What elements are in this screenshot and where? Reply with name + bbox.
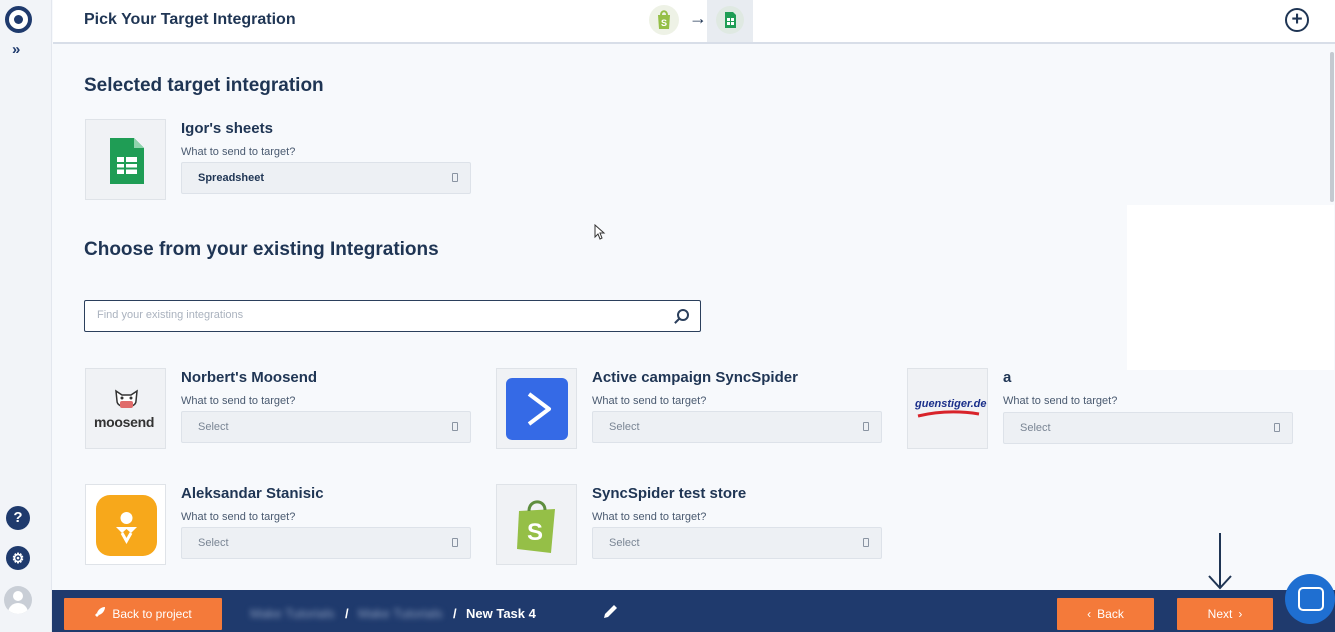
integration-select[interactable]: Select	[592, 527, 882, 559]
expand-sidebar-icon[interactable]: »	[12, 41, 20, 58]
select-value: Select	[198, 421, 229, 433]
sheets-logo	[85, 119, 166, 200]
scrollbar[interactable]	[1330, 52, 1334, 202]
add-icon[interactable]: +	[1285, 8, 1309, 32]
source-shopify-icon: S	[649, 5, 679, 35]
integration-question-label: What to send to target?	[592, 395, 707, 407]
odnoklassniki-logo	[85, 484, 166, 565]
search-icon[interactable]	[677, 309, 689, 321]
integration-question-label: What to send to target?	[181, 395, 296, 407]
integration-name: Active campaign SyncSpider	[592, 369, 798, 386]
left-rail: » ? ⚙	[0, 0, 52, 632]
back-to-project-button[interactable]: Back to project	[64, 598, 222, 630]
selected-entity-select[interactable]: Spreadsheet	[181, 162, 471, 194]
integration-name: a	[1003, 369, 1012, 386]
google-sheets-icon	[110, 138, 144, 184]
guenstiger-logo: guenstiger.de	[907, 368, 988, 449]
orange-person-icon	[96, 495, 157, 556]
select-value: Select	[1020, 422, 1051, 434]
next-label: Next	[1207, 607, 1233, 621]
rocket-icon	[94, 598, 106, 630]
blank-panel	[1127, 205, 1334, 370]
integration-question-label: What to send to target?	[592, 511, 707, 523]
next-button[interactable]: Next ›	[1177, 598, 1273, 630]
mouse-cursor-icon	[594, 223, 606, 243]
select-caret-icon	[452, 422, 458, 431]
back-to-project-label: Back to project	[112, 607, 192, 621]
chevron-right-icon: ›	[1238, 607, 1243, 621]
back-label: Back	[1097, 607, 1124, 621]
help-icon[interactable]: ?	[6, 506, 30, 530]
shopify-logo: S	[496, 484, 577, 565]
breadcrumb-folder[interactable]: Make Tutorials	[358, 606, 443, 621]
page-title: Pick Your Target Integration	[84, 11, 296, 28]
top-bar: Pick Your Target Integration S → +	[53, 0, 1335, 44]
integration-select[interactable]: Select	[181, 527, 471, 559]
select-caret-icon	[452, 538, 458, 547]
select-caret-icon	[1274, 423, 1280, 432]
integration-select[interactable]: Select	[592, 411, 882, 443]
user-avatar[interactable]	[4, 586, 32, 614]
selected-integration-name: Igor's sheets	[181, 120, 273, 137]
target-step[interactable]	[707, 0, 753, 42]
back-button[interactable]: ‹ Back	[1057, 598, 1154, 630]
svg-text:S: S	[527, 519, 543, 546]
search-field[interactable]	[84, 300, 701, 332]
chat-support-icon[interactable]	[1285, 574, 1335, 624]
breadcrumb-separator: /	[453, 606, 457, 621]
activecampaign-icon	[506, 378, 568, 440]
integration-name: Aleksandar Stanisic	[181, 485, 324, 502]
select-value: Select	[609, 537, 640, 549]
integration-select[interactable]: Select	[181, 411, 471, 443]
existing-heading: Choose from your existing Integrations	[84, 239, 439, 260]
integration-name: SyncSpider test store	[592, 485, 747, 502]
select-caret-icon	[863, 538, 869, 547]
pointer-arrow-icon	[1208, 533, 1232, 590]
select-caret-icon	[452, 173, 458, 182]
moosend-logo: moosend	[85, 368, 166, 449]
selected-heading: Selected target integration	[84, 75, 324, 96]
moosend-wordmark: moosend	[94, 414, 155, 430]
settings-gear-icon[interactable]: ⚙	[6, 546, 30, 570]
search-input[interactable]	[97, 309, 657, 321]
integration-name: Norbert's Moosend	[181, 369, 318, 386]
selected-question-label: What to send to target?	[181, 146, 296, 158]
task-name: New Task 4	[466, 606, 536, 621]
app-logo-icon[interactable]	[5, 6, 32, 33]
edit-pencil-icon[interactable]	[602, 604, 618, 620]
activecampaign-logo	[496, 368, 577, 449]
shopify-bag-icon: S	[517, 500, 555, 553]
select-value: Spreadsheet	[198, 172, 265, 184]
chevron-left-icon: ‹	[1087, 607, 1092, 621]
integration-select[interactable]: Select	[1003, 412, 1293, 444]
breadcrumb-project[interactable]: Make Tutorials	[250, 606, 335, 621]
integration-question-label: What to send to target?	[1003, 395, 1118, 407]
flow-arrow-icon: →	[689, 8, 707, 28]
integration-question-label: What to send to target?	[181, 511, 296, 523]
target-sheets-icon	[716, 6, 744, 34]
select-value: Select	[198, 537, 229, 549]
svg-text:S: S	[661, 18, 667, 28]
select-caret-icon	[863, 422, 869, 431]
breadcrumb-separator: /	[345, 606, 349, 621]
footer-bar: Back to project Make Tutorials / Make Tu…	[52, 590, 1335, 632]
select-value: Select	[609, 421, 640, 433]
